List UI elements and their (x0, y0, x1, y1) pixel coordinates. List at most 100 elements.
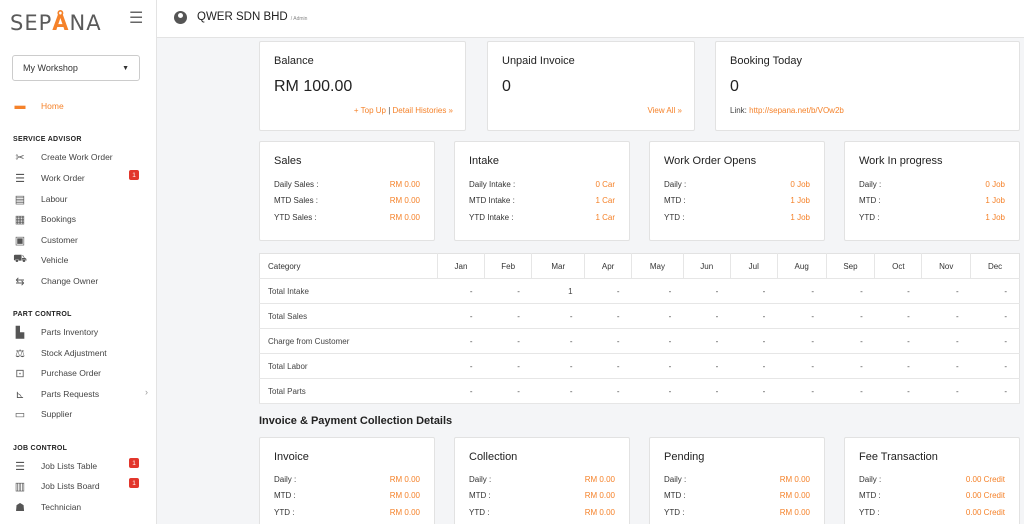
table-cell: - (683, 328, 731, 354)
sidebar-item-label: Customer (41, 235, 78, 245)
table-cell: - (874, 303, 922, 329)
stat-value: 0.00 Credit (965, 508, 1005, 517)
sepana-logo[interactable]: SEP Å NA (10, 10, 102, 36)
table-cell: - (777, 303, 827, 329)
stat-value: 0 Job (985, 180, 1005, 189)
view-all-link[interactable]: View All » (647, 106, 682, 115)
sidebar-item-label: Create Work Order (41, 152, 113, 162)
stat-label: Daily : (664, 475, 687, 484)
dolly-icon: ⊾ (15, 388, 25, 401)
sidebar-item-technician[interactable]: ☗ Technician (12, 501, 81, 514)
table-row: Total Labor - - - - - - - - - - - - (259, 353, 1020, 379)
detail-histories-link[interactable]: Detail Histories » (393, 106, 453, 115)
table-cell: - (584, 278, 632, 304)
stat-value: RM 0.00 (389, 213, 420, 222)
pending-card: Pending Daily : RM 0.00 MTD : RM 0.00 YTD … (649, 437, 825, 524)
stat-value: RM 0.00 (779, 491, 810, 500)
stat-value: RM 0.00 (389, 508, 420, 517)
table-row: Total Sales - - - - - - - - - - - - (259, 303, 1020, 329)
sidebar-item-vehicle[interactable]: ⛟ Vehicle (12, 253, 69, 266)
card-title: Balance (274, 55, 314, 67)
stat-value: 0.00 Credit (965, 475, 1005, 484)
table-cell: - (437, 378, 485, 404)
sidebar-item-customer[interactable]: ▣ Customer (12, 234, 78, 247)
table-cell: - (874, 278, 922, 304)
top-up-link[interactable]: + Top Up (354, 106, 386, 115)
stat-row: MTD : RM 0.00 (274, 491, 420, 500)
workshop-select[interactable]: My Workshop ▼ (12, 55, 140, 81)
booking-link-row: Link: http://sepana.net/b/VOw2b (730, 106, 844, 115)
card-title: Collection (469, 451, 518, 463)
stat-row: YTD : 1 Job (859, 213, 1005, 222)
table-cell: - (484, 328, 532, 354)
stat-row: Daily : 0 Job (859, 180, 1005, 189)
card-title: Work Order Opens (664, 155, 757, 167)
table-header-row: Category Jan Feb Mar Apr May Jun Jul Aug… (259, 253, 1020, 279)
stat-label: YTD : (469, 508, 490, 517)
row-category: Total Parts (259, 378, 438, 404)
table-cell: - (826, 353, 875, 379)
sidebar-item-supplier[interactable]: ▭ Supplier (12, 408, 72, 421)
calendar-icon: ▦ (14, 213, 26, 226)
invoice-card: Invoice Daily : RM 0.00 MTD : RM 0.00 YTD … (259, 437, 435, 524)
stat-label: MTD Intake : (469, 196, 515, 205)
sidebar-item-parts-requests[interactable]: ⊾ Parts Requests (12, 388, 99, 401)
workshop-select-value: My Workshop (23, 63, 78, 73)
hamburger-menu-icon[interactable]: ☰ (129, 8, 143, 28)
card-title: Pending (664, 451, 705, 463)
stat-row: MTD Intake : 1 Car (469, 196, 615, 205)
work-in-progress-card: Work In progress Daily : 0 Job MTD : 1 Job… (844, 141, 1020, 241)
user-role: / Admin (290, 16, 308, 22)
sidebar-item-parts-inventory[interactable]: ▙ Parts Inventory (12, 326, 98, 339)
fee-transaction-card: Fee Transaction Daily : 0.00 Credit MTD :… (844, 437, 1020, 524)
stat-label: Daily : (664, 180, 687, 189)
company-name[interactable]: QWER SDN BHD / Admin (197, 11, 307, 23)
sidebar-item-create-work-order[interactable]: ✂ Create Work Order (12, 151, 113, 164)
sidebar-item-job-lists-board[interactable]: ▥ Job Lists Board (12, 480, 100, 493)
sidebar-item-label: Vehicle (41, 255, 69, 265)
work-order-badge: 1 (129, 170, 139, 180)
sidebar-item-bookings[interactable]: ▦ Bookings (12, 213, 76, 226)
table-cell: - (874, 353, 922, 379)
user-avatar-icon[interactable] (174, 11, 187, 24)
stat-label: MTD : (664, 491, 686, 500)
job-lists-board-badge: 1 (129, 478, 139, 488)
chevron-right-icon[interactable]: › (145, 387, 148, 397)
cart-icon: ⊡ (15, 367, 25, 380)
sidebar-item-work-order[interactable]: ☰ Work Order (12, 172, 85, 185)
stat-row: YTD : 0.00 Credit (859, 508, 1005, 517)
sidebar-item-stock-adjustment[interactable]: ⚖ Stock Adjustment (12, 347, 107, 360)
home-icon: ▬ (14, 100, 26, 112)
row-category: Total Sales (259, 303, 438, 329)
stat-label: YTD : (664, 508, 685, 517)
sidebar-item-labour[interactable]: ▤ Labour (12, 193, 68, 206)
stat-row: Daily : RM 0.00 (469, 475, 615, 484)
list-icon: ☰ (15, 460, 25, 473)
row-category: Total Labor (259, 353, 438, 379)
booking-link-url[interactable]: http://sepana.net/b/VOw2b (749, 106, 844, 115)
board-icon: ▥ (14, 480, 26, 493)
sidebar-item-home[interactable]: ▬ Home (12, 100, 64, 112)
section-title-part-control: PART CONTROL (13, 311, 72, 318)
table-cell: - (437, 353, 485, 379)
column-header: Feb (483, 253, 532, 279)
table-cell: - (874, 378, 922, 404)
logo-text-right: NA (69, 11, 102, 35)
table-cell: - (484, 278, 532, 304)
card-title: Unpaid Invoice (502, 55, 575, 67)
column-header: Dec (970, 253, 1020, 279)
stat-value: 1 Car (595, 213, 615, 222)
sidebar-item-label: Purchase Order (41, 368, 101, 378)
stat-row: Daily : 0.00 Credit (859, 475, 1005, 484)
sidebar-item-change-owner[interactable]: ⇆ Change Owner (12, 275, 98, 288)
stat-value: 0 Job (790, 180, 810, 189)
sidebar-item-job-lists-table[interactable]: ☰ Job Lists Table (12, 460, 97, 473)
table-cell: - (777, 353, 827, 379)
sidebar-item-purchase-order[interactable]: ⊡ Purchase Order (12, 367, 101, 380)
table-cell: - (826, 303, 875, 329)
card-title: Invoice (274, 451, 309, 463)
balance-icon: ⚖ (15, 347, 25, 360)
stat-value: 1 Job (985, 213, 1005, 222)
table-cell: - (730, 303, 778, 329)
balance-value: RM 100.00 (274, 78, 353, 95)
